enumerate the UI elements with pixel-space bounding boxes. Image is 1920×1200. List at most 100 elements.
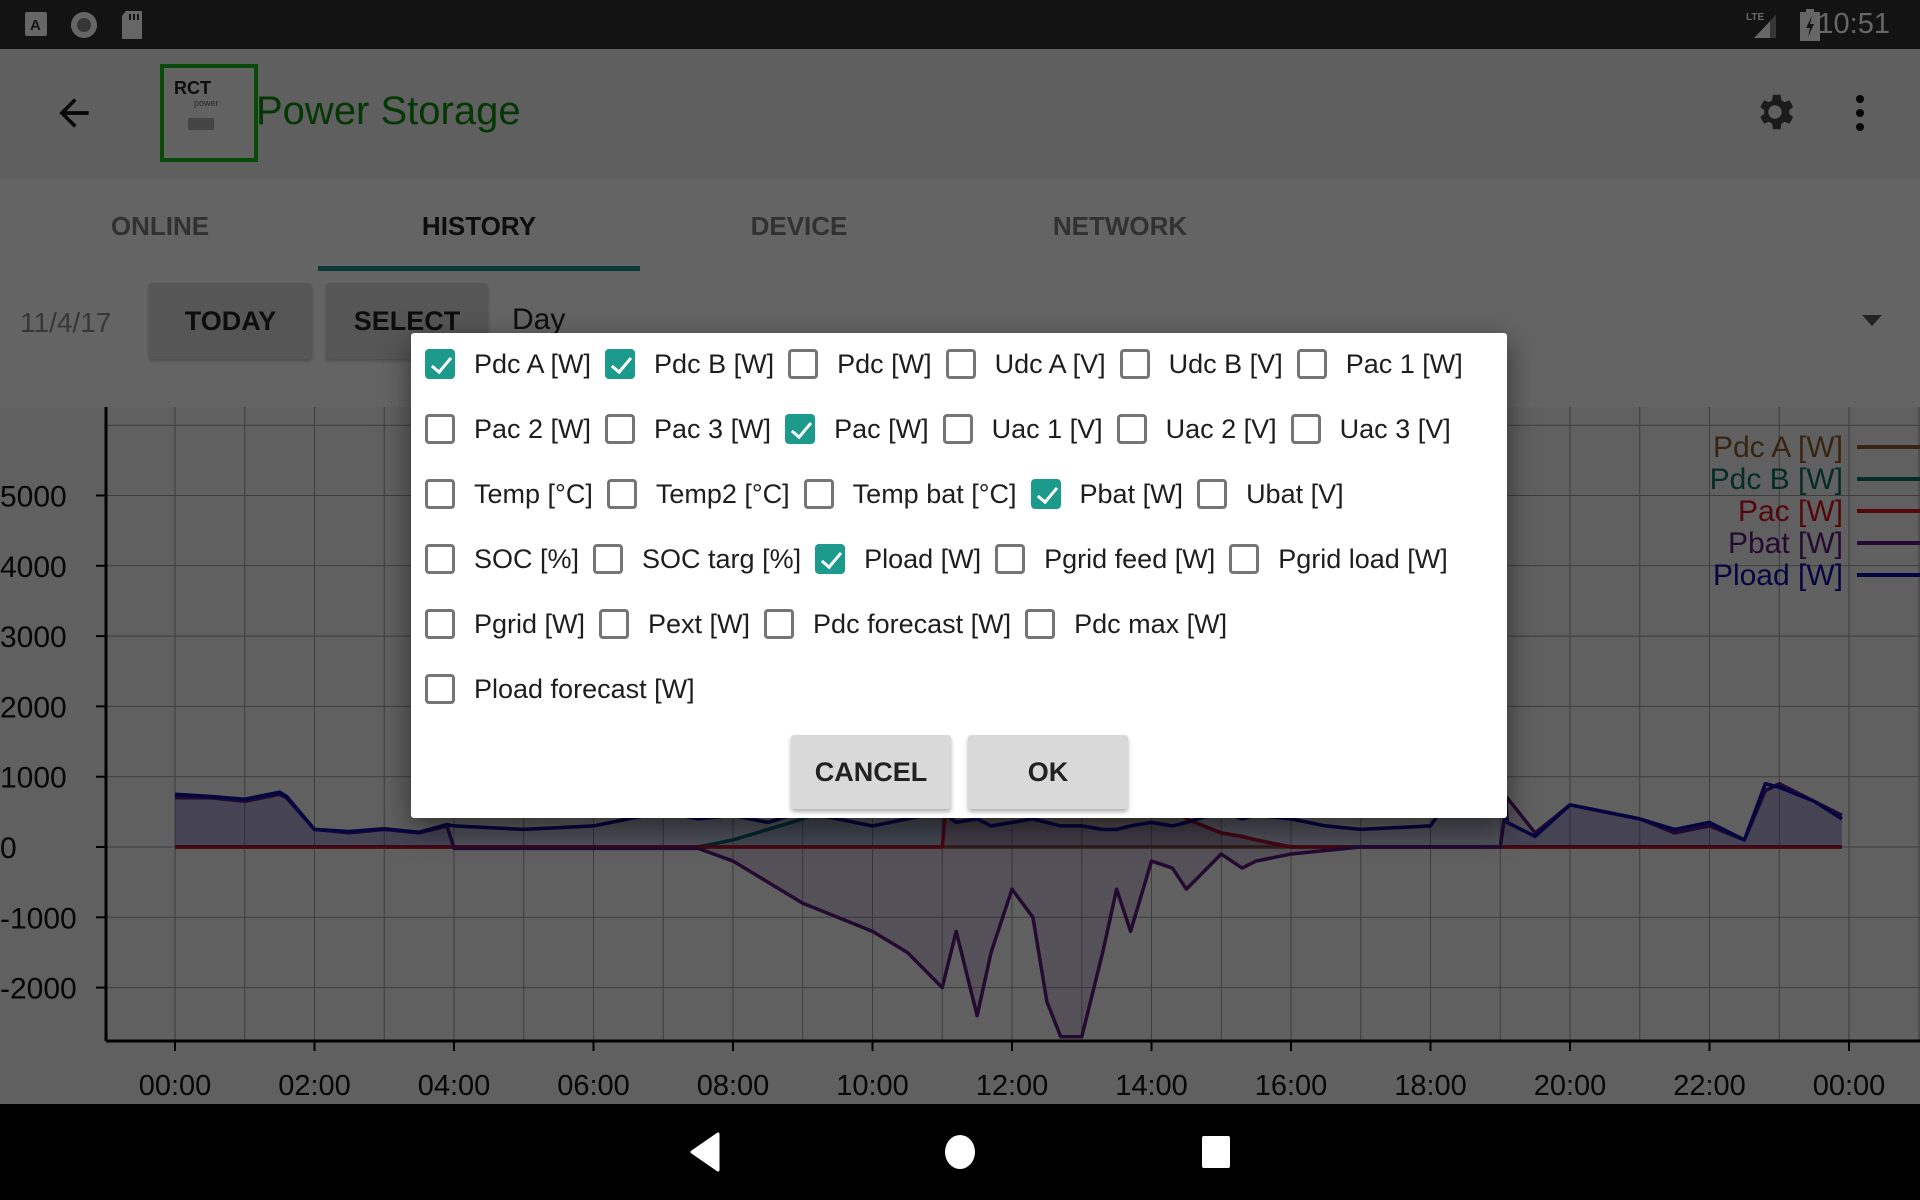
period-select[interactable]: Day	[512, 303, 565, 337]
checkbox-unchecked-icon[interactable]	[605, 414, 636, 444]
svg-text:LTE: LTE	[1746, 12, 1764, 23]
series-checkbox[interactable]: Uac 2 [V]	[1116, 414, 1277, 445]
checkbox-unchecked-icon[interactable]	[803, 479, 834, 509]
checkbox-checked-icon[interactable]	[785, 414, 816, 444]
checkbox-checked-icon[interactable]	[1030, 479, 1061, 509]
checkbox-unchecked-icon[interactable]	[942, 414, 973, 444]
clock: 10:51	[1817, 8, 1890, 40]
checkbox-unchecked-icon[interactable]	[593, 544, 624, 574]
series-checkbox[interactable]: Pload [W]	[815, 544, 981, 575]
tab-network[interactable]: NETWORK	[960, 211, 1280, 242]
y-tick-label: -2000	[0, 973, 77, 1006]
checkbox-row: Temp [°C] Temp2 [°C] Temp bat [°C] Pbat [W]…	[425, 469, 1358, 519]
x-tick-label: 14:00	[1115, 1070, 1188, 1102]
nav-home-icon[interactable]	[943, 1132, 977, 1172]
series-checkbox[interactable]: Ubat [V]	[1197, 479, 1344, 510]
checkbox-unchecked-icon[interactable]	[788, 349, 819, 379]
sd-card-icon	[122, 11, 142, 39]
checkbox-checked-icon[interactable]	[605, 349, 636, 379]
series-checkbox[interactable]: Pgrid [W]	[425, 609, 585, 640]
checkbox-row: Pac 2 [W] Pac 3 [W] Pac [W] Uac 1 [V] Uac 2 …	[425, 404, 1465, 454]
series-checkbox[interactable]: Pext [W]	[599, 609, 750, 640]
active-tab-indicator	[318, 266, 640, 271]
series-checkbox[interactable]: Temp bat [°C]	[803, 479, 1017, 510]
checkbox-label: Pdc max [W]	[1074, 608, 1228, 639]
x-tick-label: 20:00	[1534, 1070, 1607, 1102]
series-checkbox[interactable]: Udc A [V]	[945, 349, 1106, 380]
tab-online[interactable]: ONLINE	[0, 211, 320, 242]
checkbox-unchecked-icon[interactable]	[1229, 544, 1260, 574]
checkbox-label: Pac 3 [W]	[654, 413, 772, 444]
series-checkbox[interactable]: Udc B [V]	[1119, 348, 1283, 380]
checkbox-label: Pac 2 [W]	[474, 413, 592, 444]
series-checkbox[interactable]: Pdc max [W]	[1025, 609, 1227, 640]
series-checkbox[interactable]: SOC [%]	[425, 544, 579, 575]
checkbox-unchecked-icon[interactable]	[995, 544, 1026, 574]
checkbox-unchecked-icon[interactable]	[1116, 414, 1147, 444]
checkbox-row: Pgrid [W] Pext [W] Pdc forecast [W] Pdc max…	[425, 599, 1241, 649]
checkbox-unchecked-icon[interactable]	[425, 414, 455, 444]
x-tick-label: 00:00	[1813, 1070, 1886, 1102]
series-checkbox[interactable]: SOC targ [%]	[593, 544, 801, 575]
checkbox-row: Pdc A [W] Pdc B [W] Pdc [W] Udc A [V] Udc B …	[425, 339, 1477, 389]
checkbox-unchecked-icon[interactable]	[764, 609, 795, 639]
checkbox-unchecked-icon[interactable]	[606, 479, 637, 509]
checkbox-unchecked-icon[interactable]	[945, 349, 976, 379]
checkbox-label: Pgrid load [W]	[1278, 543, 1448, 574]
series-checkbox[interactable]: Pdc [W]	[788, 349, 932, 380]
checkbox-unchecked-icon[interactable]	[599, 609, 630, 639]
tab-device[interactable]: DEVICE	[639, 211, 959, 242]
x-tick-label: 12:00	[976, 1070, 1049, 1102]
checkbox-checked-icon[interactable]	[815, 544, 846, 574]
legend-label: Pbat [W]	[1728, 527, 1843, 560]
series-checkbox[interactable]: Uac 1 [V]	[942, 414, 1103, 445]
nav-recents-icon[interactable]	[1200, 1134, 1232, 1170]
checkbox-label: Pext [W]	[648, 608, 751, 639]
series-checkbox[interactable]: Pac 3 [W]	[605, 414, 771, 445]
checkbox-unchecked-icon[interactable]	[425, 674, 455, 704]
checkbox-unchecked-icon[interactable]	[1290, 414, 1321, 444]
checkbox-unchecked-icon[interactable]	[1197, 479, 1228, 509]
series-checkbox[interactable]: Temp [°C]	[425, 479, 593, 510]
series-checkbox[interactable]: Pload forecast [W]	[425, 674, 695, 705]
series-checkbox[interactable]: Pgrid load [W]	[1229, 544, 1448, 575]
checkbox-label: Ubat [V]	[1246, 478, 1344, 509]
series-checkbox[interactable]: Pac [W]	[785, 414, 929, 445]
checkbox-unchecked-icon[interactable]	[425, 544, 455, 574]
checkbox-label: Pdc A [W]	[474, 348, 592, 379]
gear-icon[interactable]	[1752, 89, 1798, 135]
checkbox-unchecked-icon[interactable]	[1119, 349, 1150, 379]
overflow-menu-icon[interactable]	[1850, 93, 1870, 133]
series-checkbox[interactable]: Pdc B [W]	[605, 349, 774, 380]
series-checkbox[interactable]: Pbat [W]	[1030, 479, 1183, 510]
back-arrow-icon[interactable]	[52, 91, 96, 135]
tab-history[interactable]: HISTORY	[319, 211, 639, 242]
ok-button[interactable]: OK	[968, 735, 1128, 809]
nav-back-icon[interactable]	[690, 1132, 720, 1172]
checkbox-unchecked-icon[interactable]	[1025, 609, 1056, 639]
checkbox-checked-icon[interactable]	[425, 349, 455, 379]
series-checkbox[interactable]: Pac 2 [W]	[425, 414, 591, 445]
series-checkbox[interactable]: Pgrid feed [W]	[995, 544, 1215, 575]
series-checkbox[interactable]: Uac 3 [V]	[1290, 414, 1451, 445]
checkbox-label: Pgrid feed [W]	[1044, 543, 1216, 574]
today-button[interactable]: TODAY	[149, 283, 312, 359]
series-checkbox[interactable]: Pdc A [W]	[425, 349, 591, 380]
series-checkbox[interactable]: Temp2 [°C]	[606, 479, 790, 510]
y-tick-label: 1000	[0, 762, 67, 795]
dropdown-arrow-icon[interactable]	[1862, 315, 1882, 326]
checkbox-label: Udc B [V]	[1168, 348, 1283, 379]
series-checkbox[interactable]: Pdc forecast [W]	[764, 609, 1011, 640]
x-tick-label: 08:00	[697, 1070, 770, 1102]
x-tick-label: 18:00	[1394, 1070, 1467, 1102]
x-tick-label: 02:00	[278, 1070, 351, 1102]
checkbox-unchecked-icon[interactable]	[425, 609, 455, 639]
logo-plate	[188, 118, 214, 130]
checkbox-unchecked-icon[interactable]	[1296, 349, 1327, 379]
cancel-button[interactable]: CANCEL	[791, 735, 951, 809]
series-checkbox[interactable]: Pac 1 [W]	[1296, 349, 1463, 380]
x-tick-label: 22:00	[1673, 1070, 1746, 1102]
x-tick-label: 16:00	[1255, 1070, 1328, 1102]
checkbox-unchecked-icon[interactable]	[425, 479, 455, 509]
y-tick-label: 5000	[0, 481, 67, 514]
